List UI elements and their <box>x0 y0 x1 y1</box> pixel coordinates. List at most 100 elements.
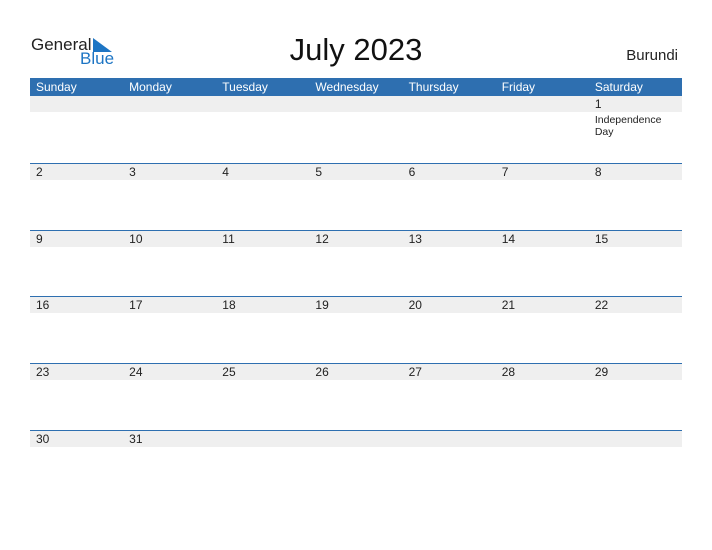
day-cell: 26 <box>309 364 403 380</box>
day-number: 22 <box>588 297 682 313</box>
day-cell <box>216 431 310 447</box>
day-cell <box>123 96 217 138</box>
weekday-saturday: Saturday <box>594 80 643 94</box>
day-number <box>309 96 403 112</box>
day-number <box>588 431 682 447</box>
day-number: 10 <box>123 231 217 247</box>
weekday-header: Sunday Monday Tuesday Wednesday Thursday… <box>30 78 682 96</box>
day-number: 17 <box>123 297 217 313</box>
day-number <box>216 96 310 112</box>
day-cell: 7 <box>495 164 589 180</box>
day-cell: 20 <box>402 297 496 313</box>
week-row: 2345678 <box>30 163 682 180</box>
day-cell: 10 <box>123 231 217 247</box>
day-cell: 5 <box>309 164 403 180</box>
day-cell <box>402 431 496 447</box>
day-cell: 15 <box>588 231 682 247</box>
day-cell: 14 <box>495 231 589 247</box>
day-number: 20 <box>402 297 496 313</box>
day-cell: 29 <box>588 364 682 380</box>
day-number: 29 <box>588 364 682 380</box>
day-cell: 24 <box>123 364 217 380</box>
week-row: 30 31 <box>30 430 682 447</box>
day-number: 8 <box>588 164 682 180</box>
day-cell: 18 <box>216 297 310 313</box>
weekday-tuesday: Tuesday <box>222 80 268 94</box>
day-cell: 9 <box>30 231 124 247</box>
weekday-sunday: Sunday <box>36 80 77 94</box>
day-cell: 19 <box>309 297 403 313</box>
day-cell: 30 <box>30 431 124 447</box>
day-cell: 1 Independence Day <box>588 96 682 138</box>
day-number: 28 <box>495 364 589 380</box>
day-cell: 17 <box>123 297 217 313</box>
day-number: 16 <box>30 297 124 313</box>
day-cell <box>588 431 682 447</box>
day-cell: 31 <box>123 431 217 447</box>
day-number <box>402 96 496 112</box>
day-number: 23 <box>30 364 124 380</box>
day-number: 11 <box>216 231 310 247</box>
day-number: 12 <box>309 231 403 247</box>
day-number <box>216 431 310 447</box>
day-number: 7 <box>495 164 589 180</box>
day-number <box>309 431 403 447</box>
day-number: 24 <box>123 364 217 380</box>
day-number: 15 <box>588 231 682 247</box>
country-label: Burundi <box>626 47 678 64</box>
weekday-thursday: Thursday <box>408 80 459 94</box>
page-title: July 2023 <box>289 32 423 67</box>
day-cell: 27 <box>402 364 496 380</box>
day-number: 26 <box>309 364 403 380</box>
day-number <box>495 96 589 112</box>
day-number <box>123 96 217 112</box>
day-number: 19 <box>309 297 403 313</box>
weekday-friday: Friday <box>501 80 536 94</box>
day-number: 4 <box>216 164 310 180</box>
weekday-wednesday: Wednesday <box>315 80 379 94</box>
day-number: 9 <box>30 231 124 247</box>
day-cell: 23 <box>30 364 124 380</box>
day-number: 25 <box>216 364 310 380</box>
day-number <box>30 96 124 112</box>
day-cell: 11 <box>216 231 310 247</box>
day-cell: 25 <box>216 364 310 380</box>
week-row: 1 Independence Day <box>30 96 682 138</box>
week-row: 9 10 11 12 13 14 15 <box>30 230 682 247</box>
day-cell <box>30 96 124 138</box>
day-cell: 3 <box>123 164 217 180</box>
day-number: 31 <box>123 431 217 447</box>
week-row: 16 17 18 19 20 21 22 <box>30 296 682 313</box>
weekday-monday: Monday <box>129 80 172 94</box>
day-cell: 22 <box>588 297 682 313</box>
day-number: 18 <box>216 297 310 313</box>
day-number: 14 <box>495 231 589 247</box>
day-number <box>495 431 589 447</box>
day-number: 13 <box>402 231 496 247</box>
day-cell <box>309 96 403 138</box>
day-cell <box>216 96 310 138</box>
day-cell: 13 <box>402 231 496 247</box>
day-number: 5 <box>309 164 403 180</box>
day-cell <box>495 96 589 138</box>
day-number: 1 <box>588 96 682 112</box>
holiday-label: Independence Day <box>594 114 662 138</box>
day-number: 21 <box>495 297 589 313</box>
day-number: 30 <box>30 431 124 447</box>
day-number: 3 <box>123 164 217 180</box>
week-row: 23 24 25 26 27 28 29 <box>30 363 682 380</box>
day-cell: 21 <box>495 297 589 313</box>
day-number: 6 <box>402 164 496 180</box>
day-cell: 16 <box>30 297 124 313</box>
day-number <box>402 431 496 447</box>
day-number: 2 <box>30 164 124 180</box>
day-cell: 6 <box>402 164 496 180</box>
day-cell: 2 <box>30 164 124 180</box>
day-cell <box>402 96 496 138</box>
day-cell: 12 <box>309 231 403 247</box>
day-cell: 4 <box>216 164 310 180</box>
day-number: 27 <box>402 364 496 380</box>
day-cell <box>309 431 403 447</box>
day-cell <box>495 431 589 447</box>
day-cell: 28 <box>495 364 589 380</box>
